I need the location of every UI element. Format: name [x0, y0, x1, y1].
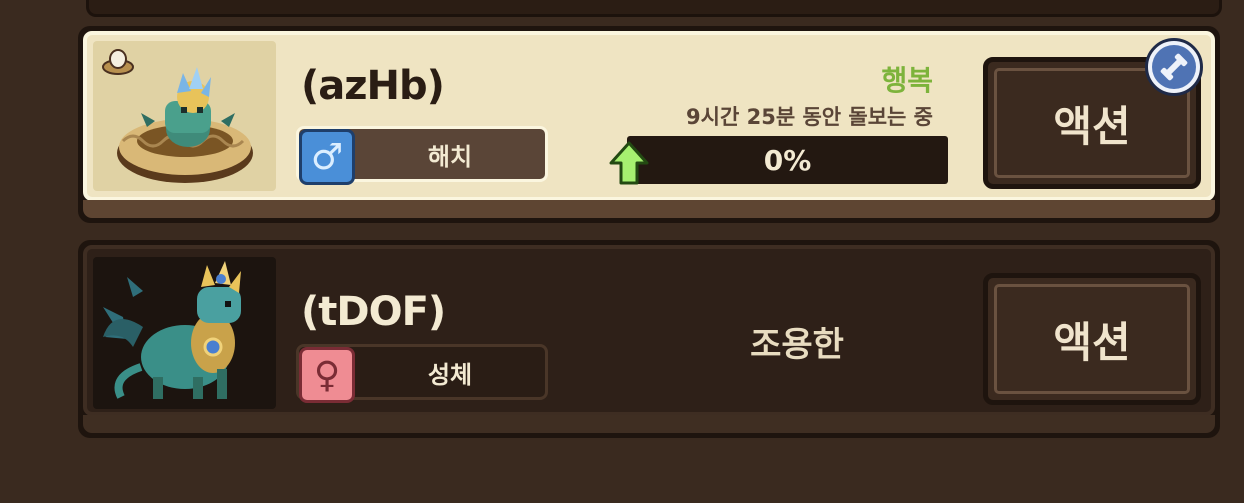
card-shelf [83, 200, 1215, 218]
growth-stage: 성체 [427, 360, 473, 389]
pet-card-1[interactable]: (azHb) ♂ 해치 행복 9시간 25분 동안 돌보는 중 0% 액션 [78, 26, 1220, 223]
pet-card-2-body: (tDOF) ♀ 성체 조용한 액션 [83, 245, 1215, 416]
growth-stage: 해치 [427, 142, 473, 171]
male-icon: ♂ [299, 129, 355, 185]
progress-text: 0% [763, 143, 812, 177]
care-timer: 9시간 25분 동안 돌보는 중 [686, 105, 933, 129]
card-shelf [83, 415, 1215, 433]
gender-symbol: ♀ [313, 354, 341, 396]
up-arrow-icon [609, 141, 649, 189]
pet-card-2[interactable]: (tDOF) ♀ 성체 조용한 액션 [78, 240, 1220, 438]
pet-name: (tDOF) [301, 289, 446, 335]
stage-bar: ♀ 성체 [296, 344, 548, 403]
wrench-icon[interactable] [1145, 38, 1203, 96]
pet-card-1-body: (azHb) ♂ 해치 행복 9시간 25분 동안 돌보는 중 0% 액션 [83, 31, 1215, 201]
stage-bar: ♂ 해치 [296, 126, 548, 185]
action-button-label: 액션 [1053, 317, 1131, 367]
egg-nest-icon [101, 47, 135, 79]
gender-symbol: ♂ [310, 136, 344, 178]
female-icon: ♀ [299, 347, 355, 403]
action-button-label: 액션 [1053, 101, 1131, 151]
action-button[interactable]: 액션 [983, 273, 1201, 405]
pet-portrait [93, 257, 276, 409]
happiness-progress-bar: 0% [627, 136, 948, 184]
previous-card-edge [86, 0, 1222, 17]
mood-status: 행복 [881, 64, 933, 97]
pet-name: (azHb) [301, 63, 445, 109]
mood-status: 조용한 [750, 325, 844, 365]
